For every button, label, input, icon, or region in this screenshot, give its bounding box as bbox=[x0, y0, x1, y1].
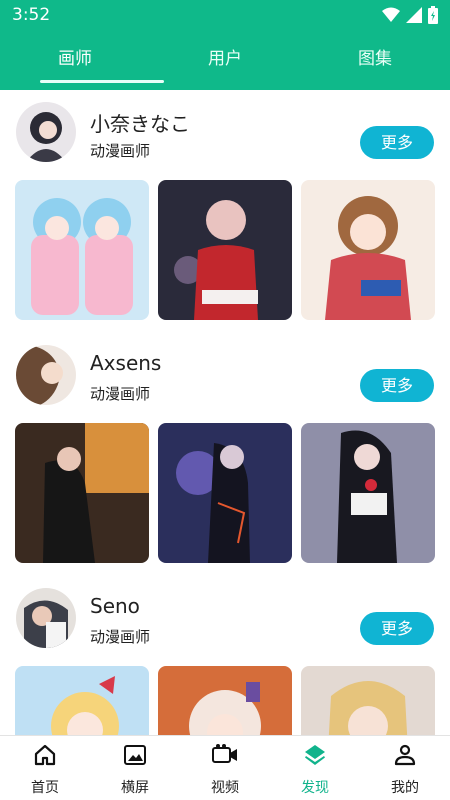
status-bar: 3:52 bbox=[0, 0, 450, 32]
artist-card: Axsens 动漫画师 更多 bbox=[0, 333, 450, 573]
nav-label: 横屏 bbox=[121, 780, 149, 796]
artist-role: 动漫画师 bbox=[90, 628, 151, 646]
artwork-row bbox=[15, 666, 435, 735]
artwork-thumbnail[interactable] bbox=[158, 423, 292, 563]
artwork-thumbnail[interactable] bbox=[158, 180, 292, 320]
artwork-thumbnail[interactable] bbox=[15, 423, 149, 563]
artwork-thumbnail[interactable] bbox=[15, 666, 149, 735]
signal-icon bbox=[406, 7, 422, 23]
status-time: 3:52 bbox=[12, 5, 51, 25]
person-icon bbox=[360, 743, 450, 767]
status-icons bbox=[382, 6, 438, 24]
bottom-navigation: 首页 横屏 视频 发现 我的 bbox=[0, 735, 450, 800]
nav-label: 首页 bbox=[31, 780, 59, 796]
image-icon bbox=[90, 743, 180, 767]
artist-name: 小奈きなこ bbox=[90, 112, 190, 136]
avatar[interactable] bbox=[16, 102, 76, 162]
artist-list: 小奈きなこ 动漫画师 更多 Axsens 动漫画师 更多 Seno 动漫画师 更… bbox=[0, 90, 450, 735]
artist-card: 小奈きなこ 动漫画师 更多 bbox=[0, 90, 450, 330]
video-icon bbox=[180, 743, 270, 767]
artist-card: Seno 动漫画师 更多 bbox=[0, 576, 450, 735]
wifi-icon bbox=[382, 7, 400, 22]
nav-label: 视频 bbox=[211, 780, 239, 796]
more-button[interactable]: 更多 bbox=[360, 126, 434, 159]
app-header: 3:52 画师 用户 图集 bbox=[0, 0, 450, 90]
nav-label: 我的 bbox=[391, 780, 419, 796]
nav-item-video[interactable]: 视频 bbox=[180, 736, 270, 800]
nav-item-landscape[interactable]: 横屏 bbox=[90, 736, 180, 800]
nav-item-profile[interactable]: 我的 bbox=[360, 736, 450, 800]
tab-users[interactable]: 用户 bbox=[150, 38, 300, 88]
avatar[interactable] bbox=[16, 345, 76, 405]
tab-albums[interactable]: 图集 bbox=[300, 38, 450, 88]
artwork-row bbox=[15, 423, 435, 563]
nav-item-discover[interactable]: 发现 bbox=[270, 736, 360, 800]
artwork-thumbnail[interactable] bbox=[158, 666, 292, 735]
nav-label: 发现 bbox=[301, 780, 329, 796]
artwork-thumbnail[interactable] bbox=[15, 180, 149, 320]
artwork-thumbnail[interactable] bbox=[301, 666, 435, 735]
artist-name: Seno bbox=[90, 594, 140, 618]
artwork-thumbnail[interactable] bbox=[301, 180, 435, 320]
more-button[interactable]: 更多 bbox=[360, 612, 434, 645]
artist-role: 动漫画师 bbox=[90, 142, 151, 160]
artwork-row bbox=[15, 180, 435, 320]
battery-icon bbox=[428, 6, 438, 24]
artist-role: 动漫画师 bbox=[90, 385, 151, 403]
tab-indicator bbox=[40, 80, 164, 83]
avatar[interactable] bbox=[16, 588, 76, 648]
more-button[interactable]: 更多 bbox=[360, 369, 434, 402]
top-tabs: 画师 用户 图集 bbox=[0, 38, 450, 88]
layers-icon bbox=[270, 743, 360, 767]
home-icon bbox=[0, 743, 90, 767]
artwork-thumbnail[interactable] bbox=[301, 423, 435, 563]
artist-name: Axsens bbox=[90, 351, 162, 375]
nav-item-home[interactable]: 首页 bbox=[0, 736, 90, 800]
